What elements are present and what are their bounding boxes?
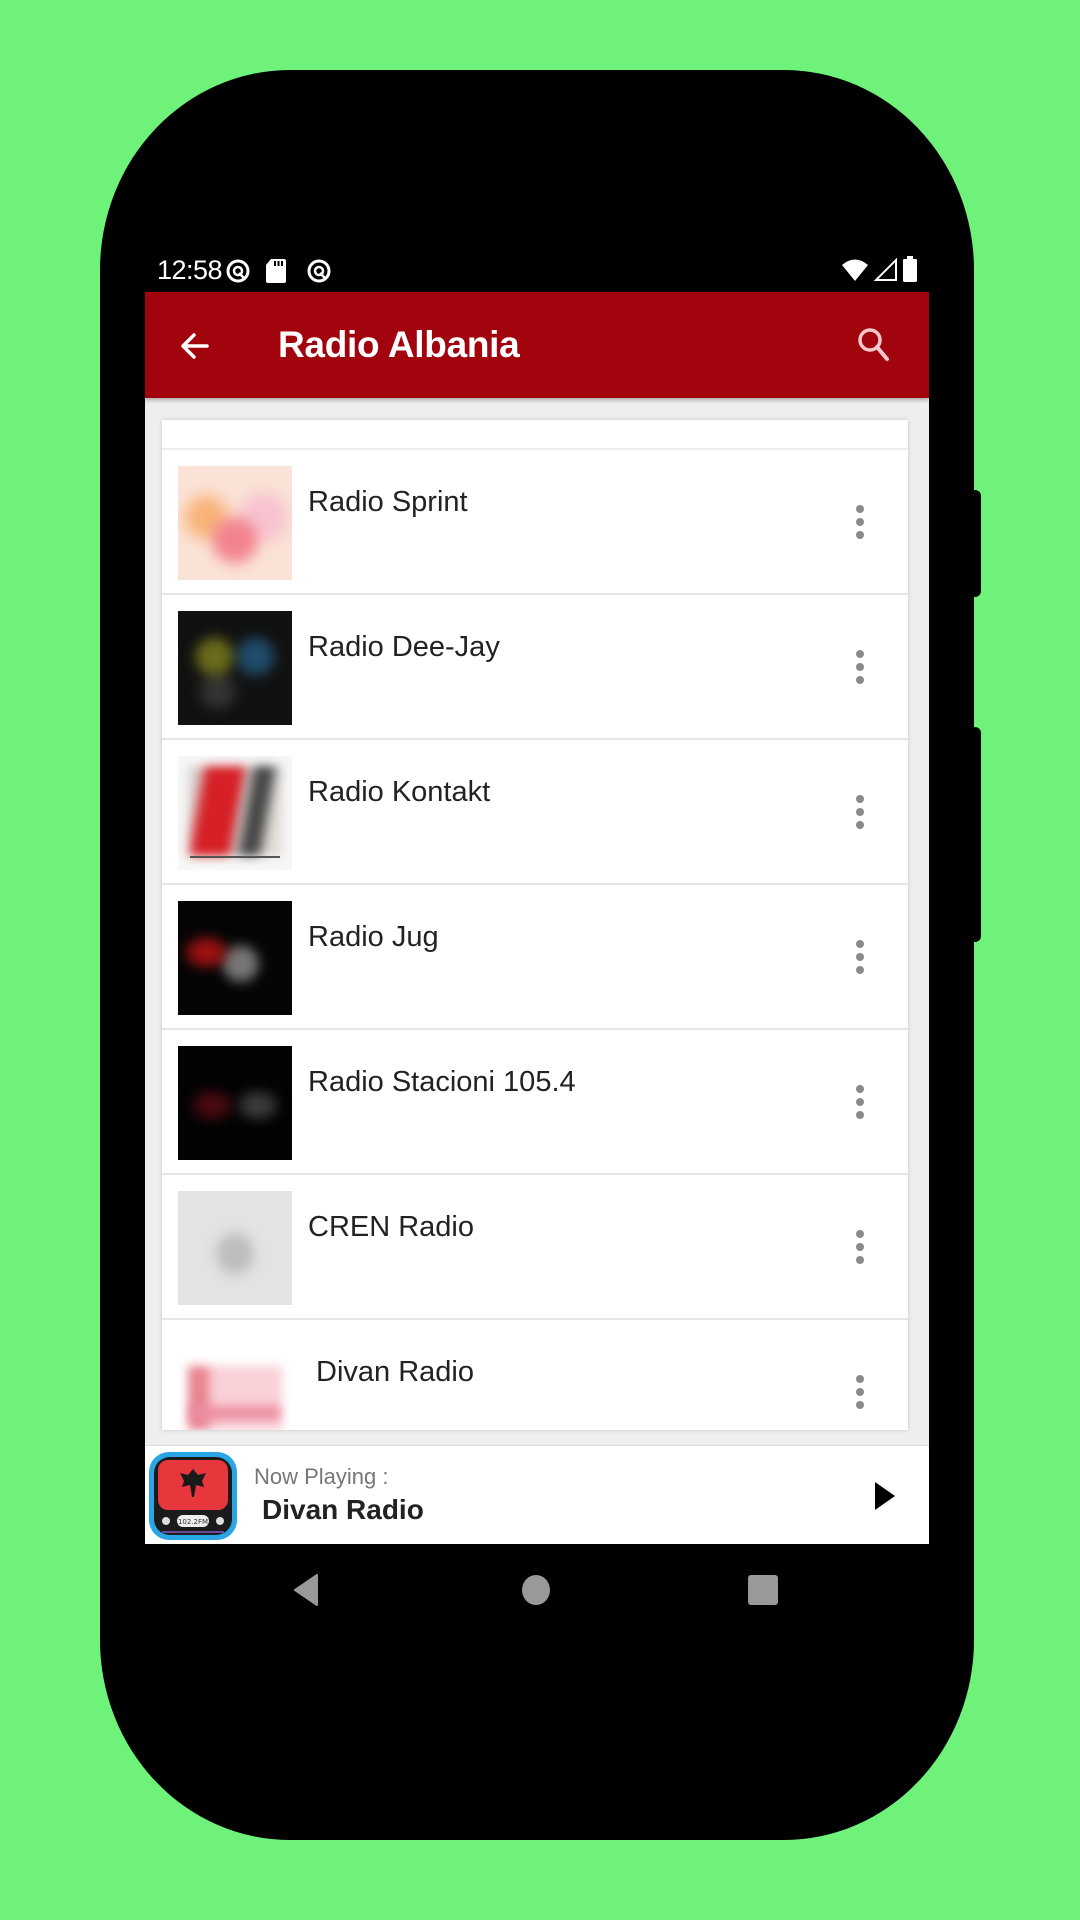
volume-button [968,727,981,942]
station-row[interactable]: CREN Radio [162,1175,908,1320]
back-button[interactable] [175,326,215,366]
nav-recents-icon[interactable] [748,1575,778,1605]
station-thumbnail [178,901,292,1015]
data-saver-icon [307,259,331,283]
search-icon [858,328,889,361]
status-time: 12:58 [157,255,223,285]
more-options-button[interactable] [842,790,878,834]
system-nav-bar [145,1544,929,1635]
station-row[interactable]: Radio Stacioni 105.4 [162,1030,908,1175]
play-icon [875,1482,895,1510]
data-saver-icon [226,259,250,283]
station-name: Radio Stacioni 105.4 [308,1066,576,1098]
station-thumbnail [178,756,292,870]
app-bar: Radio Albania [145,292,929,398]
now-playing-bar[interactable]: 102.2FM Now Playing : Divan Radio [145,1445,929,1545]
battery-icon [903,256,917,282]
station-thumbnail [178,1336,292,1430]
station-row[interactable]: Radio Kontakt [162,740,908,885]
now-playing-title: Divan Radio [262,1494,424,1525]
station-name: Radio Sprint [308,486,468,518]
station-name: Radio Jug [308,921,439,953]
station-thumbnail [178,611,292,725]
more-options-button[interactable] [842,935,878,979]
power-button [968,490,981,597]
page-title: Radio Albania [278,324,520,365]
cell-signal-icon [874,258,897,281]
more-options-button[interactable] [842,645,878,689]
screen: 12:58 Radio Albania Radio Sprint Radio D… [145,250,929,1635]
station-row[interactable]: Divan Radio [162,1320,908,1430]
logo-frequency: 102.2FM [178,1518,208,1526]
more-options-button[interactable] [842,1080,878,1124]
station-row[interactable]: Radio Sprint [162,450,908,595]
station-row[interactable]: Radio Dee-Jay [162,595,908,740]
arrow-left-icon [181,333,209,359]
more-options-button[interactable] [842,1370,878,1414]
station-row[interactable]: Radio Jug [162,885,908,1030]
list-item-partial [162,420,908,450]
wifi-icon [842,259,868,281]
station-name: Radio Dee-Jay [308,631,500,663]
station-name: CREN Radio [308,1211,474,1243]
station-list[interactable]: Radio Sprint Radio Dee-Jay Radio Kontakt [162,420,908,1430]
station-thumbnail [178,1046,292,1160]
station-thumbnail [178,1191,292,1305]
sd-card-icon [266,259,286,283]
app-logo-icon: 102.2FM [149,1452,237,1540]
search-button[interactable] [854,324,894,364]
more-options-button[interactable] [842,500,878,544]
nav-back-icon[interactable] [291,1574,321,1606]
more-options-button[interactable] [842,1225,878,1269]
status-bar: 12:58 [145,250,929,292]
play-button[interactable] [867,1478,899,1514]
now-playing-label: Now Playing : [254,1464,389,1489]
station-name: Radio Kontakt [308,776,491,808]
station-name: Divan Radio [316,1356,474,1388]
station-thumbnail [178,466,292,580]
nav-home-icon[interactable] [522,1575,550,1605]
station-list-area: Radio Sprint Radio Dee-Jay Radio Kontakt [145,398,929,1445]
